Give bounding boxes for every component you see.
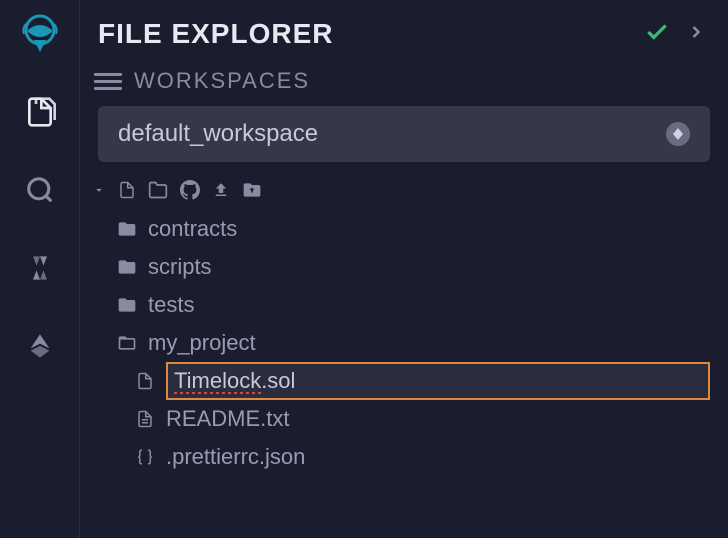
tree-file-prettierrc[interactable]: .prettierrc.json <box>98 438 710 476</box>
tree-folder-scripts[interactable]: scripts <box>98 248 710 286</box>
file-rename-input-wrapper <box>166 362 710 400</box>
workspaces-header: WORKSPACES <box>80 60 728 106</box>
file-icon <box>134 370 156 392</box>
folder-icon <box>116 218 138 240</box>
tree-file-editing[interactable] <box>98 362 710 400</box>
workspaces-label: WORKSPACES <box>134 68 310 94</box>
solidity-compiler-tab-icon[interactable] <box>16 244 64 292</box>
file-rename-input[interactable] <box>174 368 702 394</box>
tree-file-readme[interactable]: README.txt <box>98 400 710 438</box>
deploy-tab-icon[interactable] <box>16 322 64 370</box>
tree-folder-tests[interactable]: tests <box>98 286 710 324</box>
new-folder-icon[interactable] <box>148 180 168 200</box>
new-file-icon[interactable] <box>118 181 136 199</box>
workspace-selector[interactable]: default_workspace <box>98 106 710 162</box>
file-explorer-tab-icon[interactable] <box>16 88 64 136</box>
folder-open-icon <box>116 332 138 354</box>
collapse-tree-icon[interactable] <box>92 183 106 197</box>
check-icon[interactable] <box>644 19 670 50</box>
selector-updown-icon <box>666 122 690 146</box>
tree-item-label: README.txt <box>166 406 289 432</box>
tree-toolbar <box>80 176 728 210</box>
tree-item-label: my_project <box>148 330 256 356</box>
icon-sidebar <box>0 0 80 538</box>
workspaces-menu-icon[interactable] <box>94 73 122 90</box>
chevron-right-icon[interactable] <box>686 22 706 47</box>
tree-item-label: .prettierrc.json <box>166 444 305 470</box>
search-tab-icon[interactable] <box>16 166 64 214</box>
tree-item-label: scripts <box>148 254 212 280</box>
tree-folder-contracts[interactable]: contracts <box>98 210 710 248</box>
tree-folder-myproject[interactable]: my_project <box>98 324 710 362</box>
folder-icon <box>116 294 138 316</box>
github-icon[interactable] <box>180 180 200 200</box>
panel-header: FILE EXPLORER <box>80 0 728 60</box>
json-braces-icon <box>134 446 156 468</box>
panel-title: FILE EXPLORER <box>98 18 333 50</box>
file-text-icon <box>134 408 156 430</box>
panel-header-actions <box>644 19 706 50</box>
upload-icon[interactable] <box>212 181 230 199</box>
tree-item-label: tests <box>148 292 194 318</box>
spellcheck-underline <box>174 392 264 394</box>
tree-item-label: contracts <box>148 216 237 242</box>
folder-icon <box>116 256 138 278</box>
workspace-selected-name: default_workspace <box>118 120 318 148</box>
upload-folder-icon[interactable] <box>242 180 262 200</box>
file-tree: contracts scripts tests my_project <box>80 210 728 476</box>
file-explorer-panel: FILE EXPLORER WORKSPACES default_workspa… <box>80 0 728 538</box>
remix-logo[interactable] <box>16 10 64 58</box>
